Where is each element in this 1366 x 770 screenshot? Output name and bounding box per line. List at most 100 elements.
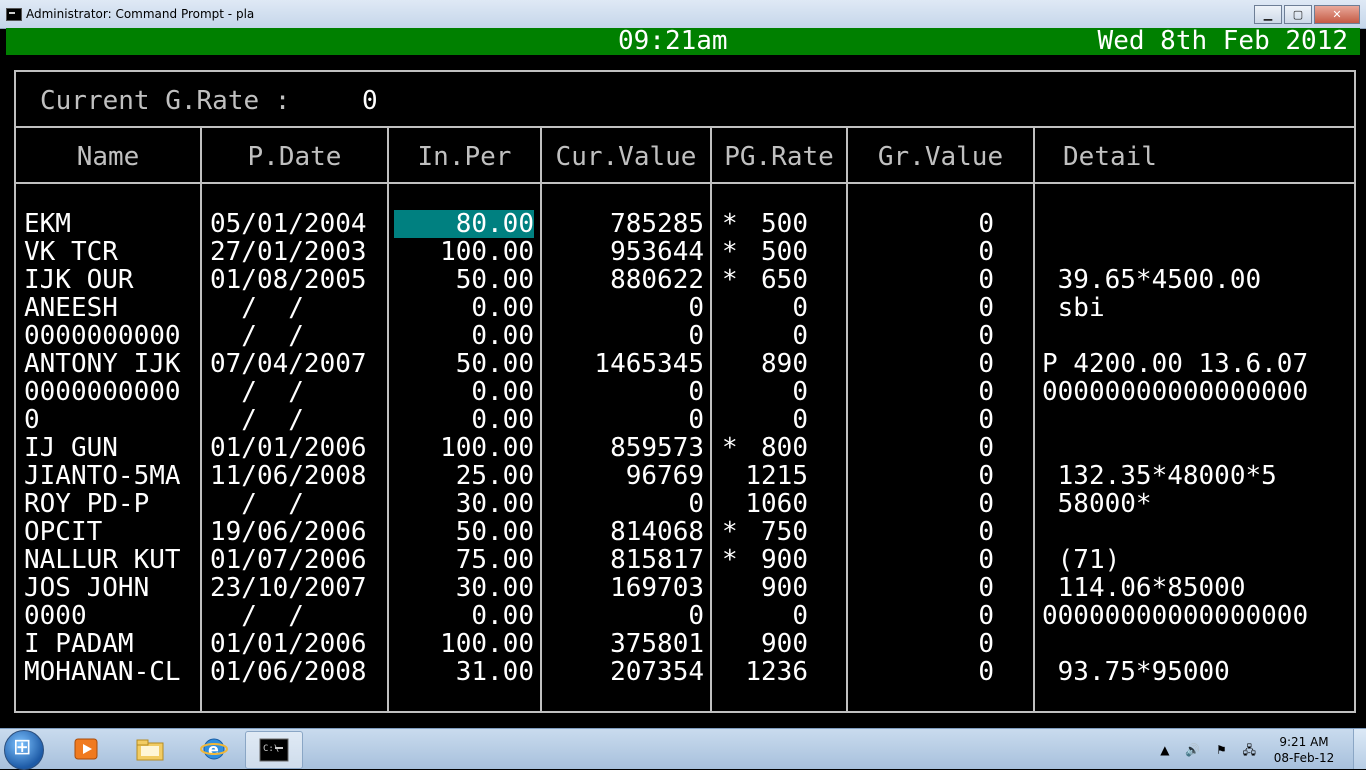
cell-detail: 00000000000000000 <box>1042 377 1309 407</box>
cell-inper: 0.00 <box>471 321 534 351</box>
cell-inper: 0.00 <box>471 601 534 631</box>
console-window[interactable]: 09:21am Wed 8th Feb 2012 Current G.Rate … <box>6 28 1360 728</box>
cell-detail: 114.06*85000 <box>1042 573 1246 603</box>
divider <box>16 126 1354 128</box>
cell-name: VK TCR <box>24 237 118 267</box>
cell-inper: 25.00 <box>455 461 534 491</box>
cell-curvalue: 207354 <box>610 657 704 687</box>
cell-curvalue: 859573 <box>610 433 704 463</box>
show-desktop-button[interactable] <box>1353 729 1366 769</box>
cell-pdate: 11/06/2008 <box>210 461 367 491</box>
cell-pdate: 19/06/2006 <box>210 517 367 547</box>
close-button[interactable]: ✕ <box>1314 5 1360 24</box>
status-time: 09:21am <box>618 26 728 56</box>
taskbar: e C:\ ▲ 🔊 ⚑ 🖧 9:21 AM 08-Feb-12 <box>0 728 1366 770</box>
minimize-button[interactable]: ▁ <box>1254 5 1282 24</box>
cell-grvalue: 0 <box>978 321 994 351</box>
cell-name: IJK OUR <box>24 265 134 295</box>
pgrate-value: 0 <box>792 321 808 351</box>
cell-pgrate: 0 <box>722 602 808 630</box>
current-rate-value: 0 <box>362 86 378 116</box>
file-explorer-icon[interactable] <box>122 731 178 767</box>
cell-pdate: 01/08/2005 <box>210 265 367 295</box>
cell-grvalue: 0 <box>978 209 994 239</box>
cell-grvalue: 0 <box>978 461 994 491</box>
cell-name: JOS JOHN <box>24 573 150 603</box>
maximize-button[interactable]: ▢ <box>1284 5 1312 24</box>
divider <box>16 182 1354 184</box>
command-prompt-icon[interactable]: C:\ <box>245 731 303 769</box>
current-rate-label: Current G.Rate : <box>40 86 291 116</box>
cell-pdate: 07/04/2007 <box>210 349 367 379</box>
cell-inper[interactable]: 80.00 <box>394 210 534 238</box>
cell-pgrate: 900 <box>722 574 808 602</box>
cell-pgrate: * 500 <box>722 210 808 238</box>
column-header-name: Name <box>76 142 140 172</box>
cell-pdate: / / <box>210 489 304 519</box>
cell-name: 0000 <box>24 601 87 631</box>
cell-name: MOHANAN-CL <box>24 657 181 687</box>
cell-inper: 100.00 <box>440 433 534 463</box>
cell-pgrate: * 500 <box>722 238 808 266</box>
tray-date: 08-Feb-12 <box>1273 751 1335 765</box>
pgrate-value: 0 <box>792 405 808 435</box>
cell-detail: 00000000000000000 <box>1042 601 1309 631</box>
cell-curvalue: 375801 <box>610 629 704 659</box>
cell-pgrate: 1236 <box>722 658 808 686</box>
cell-detail: sbi <box>1042 293 1105 323</box>
cell-pgrate: * 900 <box>722 546 808 574</box>
tray-clock[interactable]: 9:21 AM 08-Feb-12 <box>1264 734 1344 766</box>
pgrate-value: 900 <box>761 573 808 603</box>
media-player-icon[interactable] <box>58 731 114 767</box>
cell-pdate: / / <box>210 377 304 407</box>
cell-pgrate: 0 <box>722 322 808 350</box>
cell-grvalue: 0 <box>978 237 994 267</box>
cell-pgrate: 0 <box>722 294 808 322</box>
window-title-bar[interactable]: Administrator: Command Prompt - pla ▁ ▢ … <box>0 0 1366 29</box>
cell-grvalue: 0 <box>978 377 994 407</box>
cell-grvalue: 0 <box>978 657 994 687</box>
pgrate-value: 750 <box>761 517 808 547</box>
cell-inper: 30.00 <box>455 489 534 519</box>
start-icon[interactable] <box>4 730 44 770</box>
cell-pdate: 01/01/2006 <box>210 433 367 463</box>
pgrate-marker: * <box>722 237 738 267</box>
cell-name: NALLUR KUT <box>24 545 181 575</box>
cell-grvalue: 0 <box>978 293 994 323</box>
cell-detail: (71) <box>1042 545 1121 575</box>
pgrate-value: 1236 <box>745 657 808 687</box>
cell-pdate: / / <box>210 601 304 631</box>
pgrate-value: 650 <box>761 265 808 295</box>
cell-name: EKM <box>24 209 71 239</box>
cell-inper: 0.00 <box>471 405 534 435</box>
cell-name: IJ GUN <box>24 433 118 463</box>
tray-icons[interactable]: ▲ 🔊 ⚑ 🖧 <box>1160 741 1262 762</box>
cell-name: 0 <box>24 405 40 435</box>
internet-explorer-icon[interactable]: e <box>186 731 242 767</box>
pgrate-value: 0 <box>792 601 808 631</box>
cell-curvalue: 815817 <box>610 545 704 575</box>
pgrate-marker: * <box>722 433 738 463</box>
column-divider <box>387 128 389 713</box>
cell-curvalue: 169703 <box>610 573 704 603</box>
pgrate-value: 500 <box>761 209 808 239</box>
column-divider <box>1033 128 1035 713</box>
cell-pgrate: 890 <box>722 350 808 378</box>
cell-pdate: 23/10/2007 <box>210 573 367 603</box>
cell-detail: 58000* <box>1042 489 1152 519</box>
cell-name: 0000000000 <box>24 377 181 407</box>
cell-inper: 100.00 <box>440 629 534 659</box>
cell-pdate: 01/07/2006 <box>210 545 367 575</box>
cell-curvalue: 0 <box>688 377 704 407</box>
cell-pgrate: 1060 <box>722 490 808 518</box>
cell-grvalue: 0 <box>978 629 994 659</box>
cell-name: OPCIT <box>24 517 103 547</box>
cell-grvalue: 0 <box>978 545 994 575</box>
svg-text:e: e <box>208 740 219 759</box>
column-header-pdate: P.Date <box>247 142 342 172</box>
command-prompt-icon <box>6 8 22 21</box>
cell-grvalue: 0 <box>978 433 994 463</box>
cell-name: ROY PD-P <box>24 489 150 519</box>
cell-detail: P 4200.00 13.6.07 <box>1042 349 1309 379</box>
data-grid: Current G.Rate : 0 Name P.Date In.Per Cu… <box>14 70 1356 713</box>
